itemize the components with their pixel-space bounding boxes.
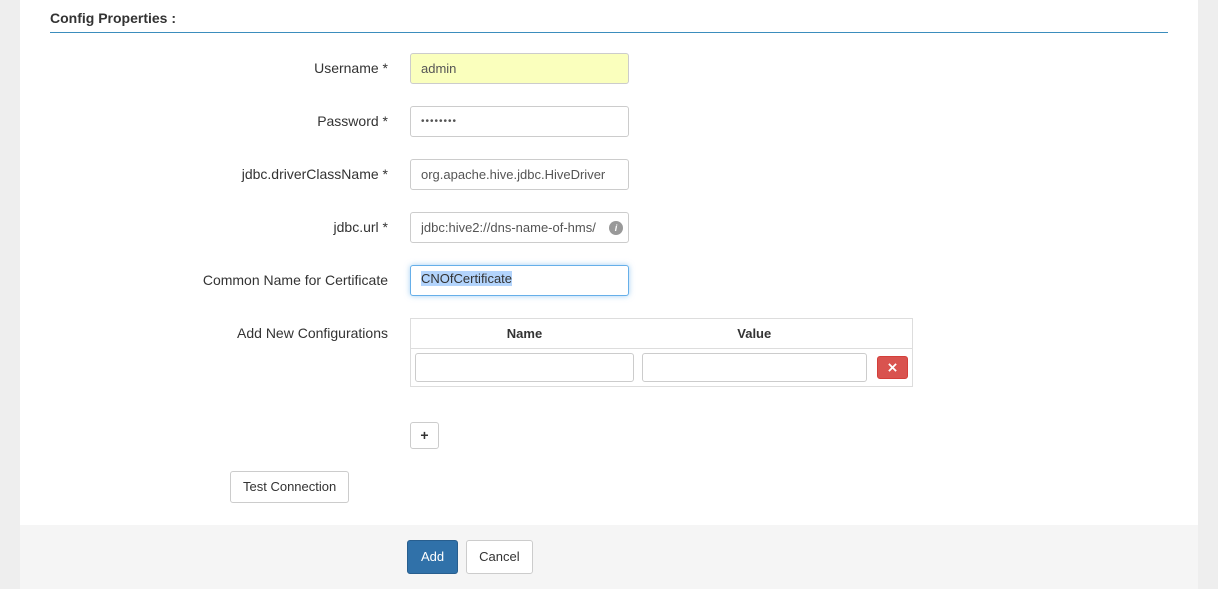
info-icon[interactable]: i [609, 221, 623, 235]
config-value-input[interactable] [642, 353, 867, 382]
cancel-button[interactable]: Cancel [466, 540, 532, 574]
add-row-button[interactable]: + [410, 422, 439, 449]
delete-row-button[interactable] [877, 356, 908, 379]
driver-input[interactable] [410, 159, 629, 190]
config-name-input[interactable] [415, 353, 634, 382]
password-input[interactable]: •••••••• [410, 106, 629, 137]
driver-label: jdbc.driverClassName * [50, 159, 410, 182]
config-table-header-name: Name [411, 319, 638, 349]
password-label: Password * [50, 106, 410, 129]
username-label: Username * [50, 53, 410, 76]
jdbc-url-label: jdbc.url * [50, 212, 410, 235]
add-button[interactable]: Add [407, 540, 458, 574]
new-config-label: Add New Configurations [50, 318, 410, 341]
jdbc-url-input[interactable] [410, 212, 629, 243]
plus-icon: + [420, 426, 428, 446]
footer: Add Cancel [20, 525, 1198, 589]
config-table: Name Value [410, 318, 913, 387]
username-input[interactable] [410, 53, 629, 84]
section-title: Config Properties : [50, 10, 1168, 33]
close-icon [888, 363, 897, 372]
cn-cert-label: Common Name for Certificate [50, 265, 410, 288]
test-connection-button[interactable]: Test Connection [230, 471, 349, 503]
table-row [411, 349, 913, 387]
config-table-header-value: Value [638, 319, 871, 349]
cn-cert-input[interactable]: CNOfCertificate [410, 265, 629, 296]
